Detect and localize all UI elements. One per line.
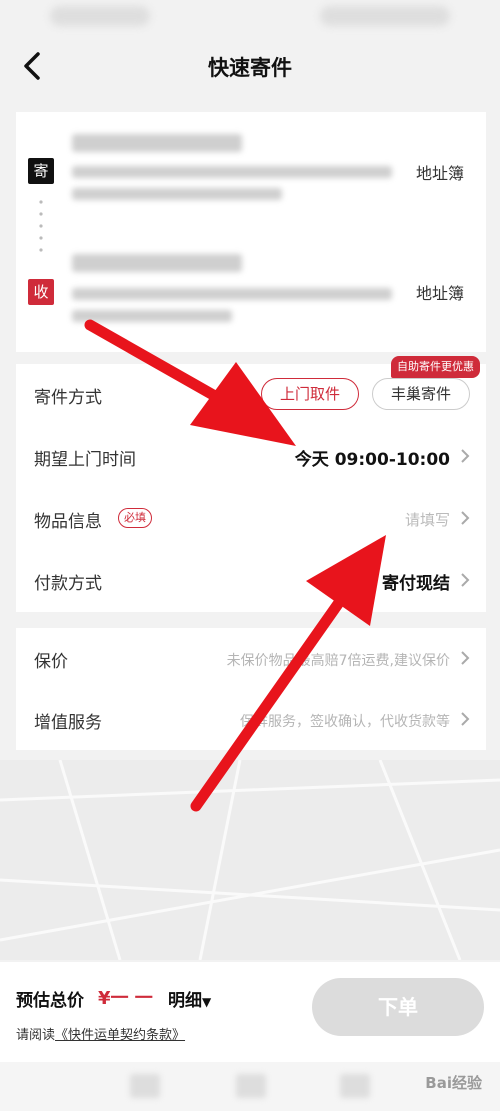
payment-value: 寄付现结 xyxy=(382,574,450,594)
receiver-address-line2-blurred xyxy=(72,310,232,322)
nav-blur-2 xyxy=(236,1074,266,1098)
pickup-time-value: 今天 09:00-10:00 xyxy=(294,450,450,470)
value-added-hint: 保鲜服务，签收确认，代收货款等 xyxy=(240,714,450,730)
address-card: 寄 地址簿 收 地址簿 xyxy=(16,112,486,352)
price-detail-toggle[interactable]: 明细▼ xyxy=(168,986,211,1011)
chevron-right-icon xyxy=(460,572,470,588)
value-added-label: 增值服务 xyxy=(34,713,102,733)
insurance-row[interactable]: 保价 未保价物品最高赔7倍运费,建议保价 xyxy=(16,628,486,690)
status-bar xyxy=(0,0,500,34)
nav-blur-1 xyxy=(130,1074,160,1098)
sender-address-book-link[interactable]: 地址簿 xyxy=(416,160,464,184)
estimated-total-label: 预估总价 xyxy=(16,991,84,1011)
receiver-address-book-link[interactable]: 地址簿 xyxy=(416,280,464,304)
shipping-method-row: 寄件方式 上门取件 丰巢寄件 自助寄件更优惠 xyxy=(16,356,486,426)
sender-address-blurred xyxy=(72,166,392,178)
payment-label: 付款方式 xyxy=(34,574,102,594)
pickup-time-row[interactable]: 期望上门时间 今天 09:00-10:00 xyxy=(16,426,486,488)
item-info-label: 物品信息 xyxy=(34,512,102,532)
service-card: 寄件方式 上门取件 丰巢寄件 自助寄件更优惠 期望上门时间 今天 09:00-1… xyxy=(16,356,486,612)
insurance-hint: 未保价物品最高赔7倍运费,建议保价 xyxy=(226,653,450,669)
price-detail-label: 明细 xyxy=(168,991,202,1011)
item-info-placeholder: 请填写 xyxy=(404,511,450,529)
sender-address-line2-blurred xyxy=(72,188,282,200)
page-title: 快速寄件 xyxy=(208,56,292,80)
system-nav-area: Bai经验 xyxy=(0,1062,500,1111)
sender-name-blurred xyxy=(72,134,242,152)
receiver-address-blurred xyxy=(72,288,392,300)
item-info-row[interactable]: 物品信息 必填 请填写 xyxy=(16,488,486,550)
door-pickup-option[interactable]: 上门取件 xyxy=(261,378,359,410)
map-background xyxy=(0,759,500,961)
chevron-right-icon xyxy=(460,711,470,727)
receiver-name-blurred xyxy=(72,254,242,272)
estimated-total-price: ¥一 一 xyxy=(98,988,153,1009)
navigation-bar: 快速寄件 xyxy=(0,36,500,96)
promo-badge: 自助寄件更优惠 xyxy=(391,356,480,378)
status-blur-right xyxy=(320,6,450,26)
value-added-row[interactable]: 增值服务 保鲜服务，签收确认，代收货款等 xyxy=(16,689,486,751)
sender-tag: 寄 xyxy=(28,158,54,184)
chevron-right-icon xyxy=(460,448,470,464)
receiver-tag: 收 xyxy=(28,279,54,305)
payment-row[interactable]: 付款方式 寄付现结 xyxy=(16,550,486,612)
watermark: Bai经验 xyxy=(425,1074,482,1092)
place-order-button[interactable]: 下单 xyxy=(312,978,484,1036)
extras-card: 保价 未保价物品最高赔7倍运费,建议保价 增值服务 保鲜服务，签收确认，代收货款… xyxy=(16,628,486,750)
locker-option[interactable]: 丰巢寄件 xyxy=(372,378,470,410)
agreement-terms-link[interactable]: 《快件运单契约条款》 xyxy=(55,1028,185,1043)
agreement-prefix: 请阅读 xyxy=(16,1028,56,1043)
insurance-label: 保价 xyxy=(34,652,68,672)
required-badge: 必填 xyxy=(118,508,152,528)
caret-down-icon: ▼ xyxy=(202,995,212,1009)
nav-blur-3 xyxy=(340,1074,370,1098)
status-blur-left xyxy=(50,6,150,26)
shipping-method-label: 寄件方式 xyxy=(34,388,102,408)
pickup-time-label: 期望上门时间 xyxy=(34,450,136,470)
chevron-right-icon xyxy=(460,650,470,666)
chevron-right-icon xyxy=(460,510,470,526)
bottom-order-bar: 预估总价 ¥一 一 明细▼ 请阅读《快件运单契约条款》 下单 xyxy=(0,962,500,1062)
connector-dots-icon xyxy=(39,198,43,258)
agreement-text: 请阅读《快件运单契约条款》 xyxy=(16,1024,185,1043)
